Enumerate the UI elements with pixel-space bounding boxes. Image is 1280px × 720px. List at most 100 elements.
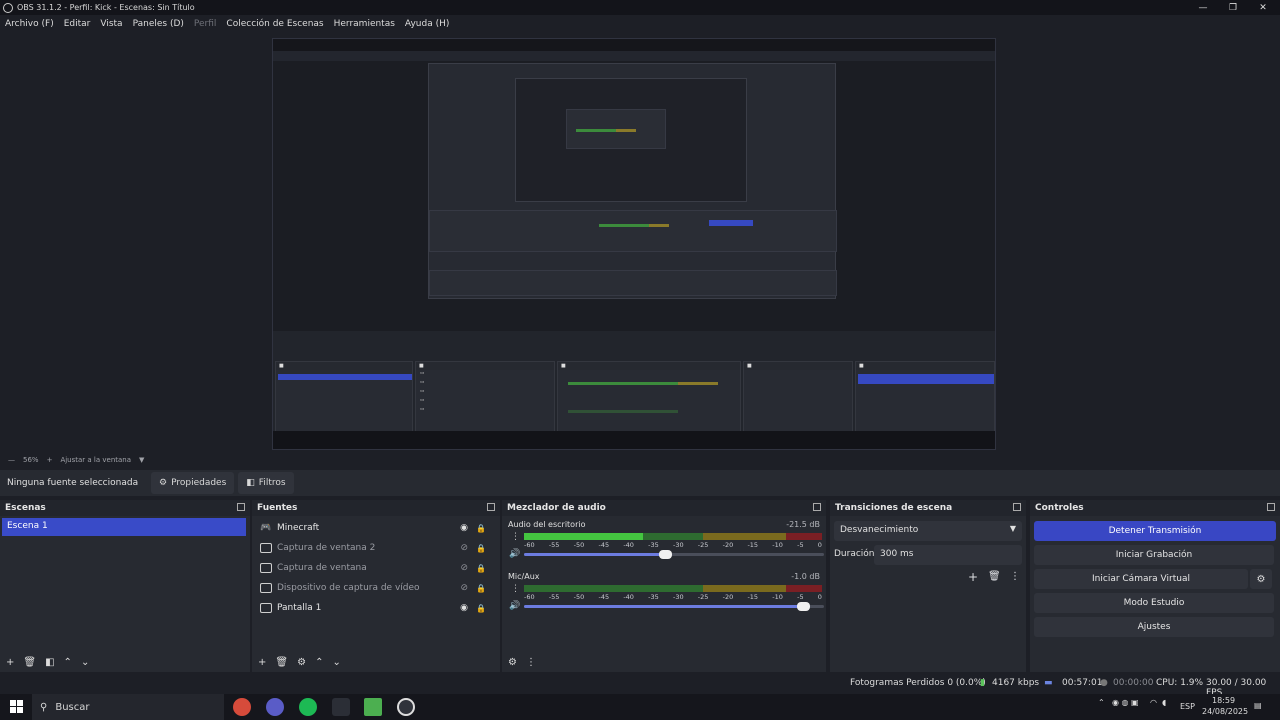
- clock-date[interactable]: 24/08/2025: [1202, 707, 1248, 716]
- undock-icon[interactable]: [813, 503, 821, 511]
- scene-filters-button[interactable]: ◧: [45, 657, 54, 668]
- gear-icon[interactable]: ⚙: [1250, 569, 1272, 589]
- remove-source-button[interactable]: 🗑: [275, 657, 288, 668]
- move-up-button[interactable]: ⌃: [315, 657, 323, 668]
- transition-menu-button[interactable]: ⋮: [1010, 571, 1020, 582]
- undock-icon[interactable]: [237, 503, 245, 511]
- chevron-down-icon: ▼: [1009, 524, 1016, 533]
- settings-button[interactable]: Ajustes: [1034, 617, 1274, 637]
- source-label: Minecraft: [277, 523, 320, 533]
- menu-vista[interactable]: Vista: [95, 19, 127, 29]
- move-down-button[interactable]: ⌄: [332, 657, 340, 668]
- menu-coleccion[interactable]: Colección de Escenas: [221, 19, 328, 29]
- close-button[interactable]: ✕: [1248, 0, 1278, 15]
- menu-bar: Archivo (F) Editar Vista Paneles (D) Per…: [0, 16, 454, 32]
- notifications-icon[interactable]: ▤: [1254, 701, 1262, 710]
- scenes-title: Escenas: [5, 503, 46, 513]
- chrome-icon[interactable]: [233, 698, 251, 716]
- transition-value: Desvanecimiento: [840, 525, 919, 535]
- eye-hidden-icon[interactable]: ⊘: [460, 563, 468, 573]
- virtual-camera-button[interactable]: Iniciar Cámara Virtual: [1034, 569, 1248, 589]
- eye-hidden-icon[interactable]: ⊘: [460, 543, 468, 553]
- no-source-selected: Ninguna fuente seleccionada: [7, 478, 139, 488]
- source-row[interactable]: Dispositivo de captura de vídeo ⊘ 🔒: [252, 578, 498, 598]
- stop-stream-button[interactable]: Detener Transmisión: [1034, 521, 1276, 541]
- remove-scene-button[interactable]: 🗑: [23, 657, 36, 668]
- filters-button[interactable]: ◧ Filtros: [238, 472, 294, 494]
- move-up-button[interactable]: ⌃: [64, 657, 72, 668]
- add-source-button[interactable]: +: [258, 657, 266, 668]
- transition-select[interactable]: Desvanecimiento ▼: [834, 521, 1022, 541]
- mixer-menu-button[interactable]: ⋮: [526, 657, 536, 668]
- scene-item[interactable]: Escena 1: [2, 518, 246, 536]
- duration-label: Duración: [834, 549, 875, 559]
- taskbar-search[interactable]: ⚲ Buscar: [32, 694, 224, 720]
- source-row[interactable]: 🎮 Minecraft ◉ 🔒: [252, 518, 498, 538]
- signal-icon: ▮: [980, 678, 985, 688]
- source-row[interactable]: Pantalla 1 ◉ 🔒: [252, 598, 498, 618]
- steam-icon[interactable]: [332, 698, 350, 716]
- channel-menu-icon[interactable]: ⋮: [511, 584, 520, 594]
- remove-transition-button[interactable]: 🗑: [988, 571, 1001, 582]
- nested-title-bar: [273, 39, 995, 51]
- lock-icon[interactable]: 🔒: [476, 584, 486, 593]
- eye-icon[interactable]: ◉: [460, 523, 468, 533]
- start-recording-button[interactable]: Iniciar Grabación: [1034, 545, 1274, 565]
- sources-dock: Fuentes 🎮 Minecraft ◉ 🔒 Captura de venta…: [252, 500, 500, 672]
- advanced-audio-button[interactable]: ⚙: [508, 657, 517, 668]
- studio-mode-button[interactable]: Modo Estudio: [1034, 593, 1274, 613]
- clock-time[interactable]: 18:59: [1212, 696, 1235, 705]
- duration-input[interactable]: 300 ms: [874, 545, 1022, 565]
- controls-dock: Controles Detener Transmisión Iniciar Gr…: [1030, 500, 1280, 672]
- menu-herramientas[interactable]: Herramientas: [329, 19, 400, 29]
- chevron-down-icon[interactable]: ▼: [139, 456, 144, 464]
- windows-start-icon[interactable]: [10, 700, 23, 713]
- source-settings-button[interactable]: ⚙: [297, 657, 306, 668]
- spotify-icon[interactable]: [299, 698, 317, 716]
- zoom-out-button[interactable]: —: [8, 456, 15, 464]
- audio-mixer-dock: Mezclador de audio Audio del escritorio …: [502, 500, 826, 672]
- lock-icon[interactable]: 🔒: [476, 524, 486, 533]
- minimize-button[interactable]: —: [1188, 0, 1218, 15]
- eye-icon[interactable]: ◉: [460, 603, 468, 613]
- source-row[interactable]: Captura de ventana ⊘ 🔒: [252, 558, 498, 578]
- nested-taskbar: [273, 431, 995, 449]
- meter-ticks: -60 -55 -50 -45 -40 -35 -30 -25 -20 -15 -10 -5 0: [524, 541, 822, 549]
- properties-button[interactable]: ⚙ Propiedades: [151, 472, 235, 494]
- volume-icon[interactable]: ◖: [1162, 698, 1166, 707]
- speaker-icon[interactable]: 🔊: [509, 549, 520, 559]
- lock-icon[interactable]: 🔒: [476, 544, 486, 553]
- add-transition-button[interactable]: +: [968, 570, 978, 584]
- channel-menu-icon[interactable]: ⋮: [511, 532, 520, 542]
- discord-icon[interactable]: [266, 698, 284, 716]
- maximize-button[interactable]: ❐: [1218, 0, 1248, 15]
- lock-icon[interactable]: 🔒: [476, 564, 486, 573]
- menu-editar[interactable]: Editar: [59, 19, 96, 29]
- minecraft-icon[interactable]: [364, 698, 382, 716]
- wifi-icon[interactable]: ◠: [1150, 698, 1157, 707]
- window-capture-icon: [260, 563, 272, 573]
- fit-to-window[interactable]: Ajustar a la ventana: [60, 456, 131, 464]
- add-scene-button[interactable]: +: [6, 657, 14, 668]
- menu-perfil[interactable]: Perfil: [189, 19, 222, 29]
- speaker-icon[interactable]: 🔊: [509, 601, 520, 611]
- menu-ayuda[interactable]: Ayuda (H): [400, 19, 454, 29]
- volume-slider[interactable]: [524, 602, 824, 611]
- chevron-up-icon[interactable]: ⌃: [1098, 698, 1105, 707]
- source-row[interactable]: Captura de ventana 2 ⊘ 🔒: [252, 538, 498, 558]
- language-indicator[interactable]: ESP: [1180, 702, 1195, 711]
- lock-icon[interactable]: 🔒: [476, 604, 486, 613]
- tray-icons[interactable]: ◉ ◍ ▣: [1112, 698, 1139, 707]
- eye-hidden-icon[interactable]: ⊘: [460, 583, 468, 593]
- menu-archivo[interactable]: Archivo (F): [0, 19, 59, 29]
- undock-icon[interactable]: [1013, 503, 1021, 511]
- menu-paneles[interactable]: Paneles (D): [128, 19, 189, 29]
- undock-icon[interactable]: [487, 503, 495, 511]
- undock-icon[interactable]: [1267, 503, 1275, 511]
- dropped-frames: Fotogramas Perdidos 0 (0.0%): [850, 678, 986, 688]
- zoom-in-button[interactable]: +: [47, 456, 53, 464]
- obs-icon[interactable]: [397, 698, 415, 716]
- volume-slider[interactable]: [524, 550, 824, 559]
- move-down-button[interactable]: ⌄: [81, 657, 89, 668]
- search-icon: ⚲: [40, 701, 48, 713]
